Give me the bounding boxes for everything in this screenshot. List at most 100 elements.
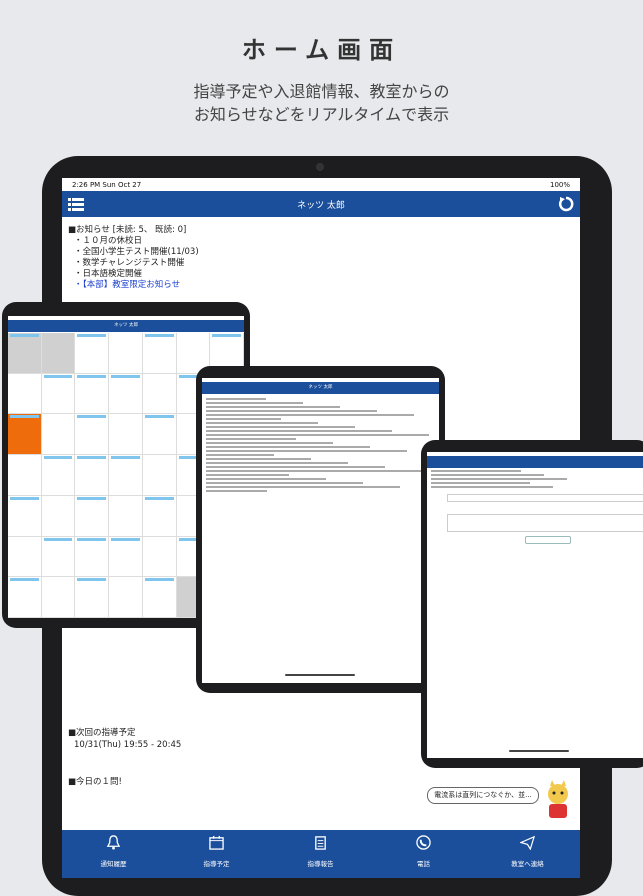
report-icon xyxy=(315,836,326,850)
calendar-cell[interactable] xyxy=(41,373,76,415)
mascot-icon xyxy=(548,780,568,818)
text-line xyxy=(431,470,521,472)
speech-bubble[interactable]: 電流系は直列につなぐか、並... xyxy=(427,787,539,804)
calendar-cell[interactable] xyxy=(41,536,76,578)
calendar-cell[interactable] xyxy=(75,536,110,578)
calendar-cell[interactable] xyxy=(109,536,143,578)
calendar-cell[interactable] xyxy=(142,577,177,618)
calendar-icon xyxy=(209,835,224,850)
calendar-cell[interactable] xyxy=(75,495,110,537)
tab-lesson-report[interactable]: 指導報告 xyxy=(269,830,372,878)
text-line xyxy=(206,462,348,464)
text-line xyxy=(206,446,370,448)
mini-navbar: ネッツ 太郎 xyxy=(8,320,244,332)
calendar-cell[interactable] xyxy=(109,373,143,415)
calendar-cell[interactable] xyxy=(109,414,143,456)
form-field[interactable] xyxy=(447,514,643,532)
refresh-icon[interactable] xyxy=(558,196,574,212)
calendar-event[interactable] xyxy=(111,537,140,541)
calendar-event[interactable] xyxy=(77,374,107,378)
today-quiz-heading: ■今日の１問! xyxy=(68,777,122,787)
notice-item[interactable]: ・１０月の休校日 xyxy=(74,236,199,247)
calendar-event[interactable] xyxy=(144,496,174,500)
calendar-cell[interactable] xyxy=(109,455,143,496)
text-line xyxy=(206,470,422,472)
calendar-event[interactable] xyxy=(144,578,174,582)
calendar-cell[interactable] xyxy=(8,577,42,618)
text-line xyxy=(206,434,429,436)
text-line xyxy=(206,442,333,444)
notice-item[interactable]: ・数学チャレンジテスト開催 xyxy=(74,258,199,269)
calendar-cell[interactable] xyxy=(41,495,76,537)
text-line xyxy=(206,398,266,400)
home-indicator xyxy=(509,750,569,752)
calendar-cell[interactable] xyxy=(75,333,110,374)
notice-heading: ■お知らせ [未読: 5、 既読: 0] xyxy=(68,225,187,235)
text-line xyxy=(206,454,274,456)
submit-button[interactable] xyxy=(525,536,571,544)
calendar-cell[interactable] xyxy=(8,414,42,456)
calendar-cell[interactable] xyxy=(142,414,177,456)
calendar-cell[interactable] xyxy=(142,373,177,415)
calendar-cell[interactable] xyxy=(109,333,143,374)
calendar-cell[interactable] xyxy=(75,414,110,456)
calendar-event[interactable] xyxy=(144,334,174,337)
calendar-event[interactable] xyxy=(10,578,39,582)
text-line xyxy=(206,482,363,484)
text-line xyxy=(431,478,567,480)
calendar-cell[interactable] xyxy=(75,455,110,496)
calendar-event[interactable] xyxy=(77,456,107,460)
calendar-event[interactable] xyxy=(10,496,39,500)
calendar-cell[interactable] xyxy=(8,536,42,578)
calendar-event[interactable] xyxy=(77,537,107,541)
calendar-cell[interactable] xyxy=(41,333,76,374)
tab-lesson-schedule[interactable]: 指導予定 xyxy=(165,830,268,878)
notice-item-link[interactable]: ・【本部】教室限定お知らせ xyxy=(74,280,199,291)
calendar-event[interactable] xyxy=(111,374,140,378)
mini-navbar xyxy=(427,456,643,468)
calendar-event[interactable] xyxy=(43,374,73,378)
calendar-event[interactable] xyxy=(111,456,140,460)
tab-label: 電話 xyxy=(417,860,430,868)
text-line xyxy=(206,450,407,452)
calendar-cell[interactable] xyxy=(41,577,76,618)
calendar-event[interactable] xyxy=(77,415,107,419)
calendar-cell[interactable] xyxy=(8,333,42,374)
calendar-event[interactable] xyxy=(10,415,39,419)
text-line xyxy=(431,482,530,484)
calendar-cell[interactable] xyxy=(8,373,42,415)
camera xyxy=(316,163,324,171)
calendar-event[interactable] xyxy=(10,334,39,337)
calendar-cell[interactable] xyxy=(109,577,143,618)
calendar-cell[interactable] xyxy=(8,455,42,496)
notice-item[interactable]: ・日本語検定開催 xyxy=(74,269,199,280)
form-field[interactable] xyxy=(447,494,643,502)
calendar-event[interactable] xyxy=(77,496,107,500)
calendar-cell[interactable] xyxy=(75,577,110,618)
text-line xyxy=(206,430,392,432)
calendar-event[interactable] xyxy=(212,334,241,337)
calendar-event[interactable] xyxy=(77,334,107,337)
calendar-cell[interactable] xyxy=(142,333,177,374)
calendar-cell[interactable] xyxy=(142,455,177,496)
calendar-cell[interactable] xyxy=(41,455,76,496)
tab-notification-history[interactable]: 通知履歴 xyxy=(62,830,165,878)
tab-contact-classroom[interactable]: 教室へ連絡 xyxy=(476,830,579,878)
text-line xyxy=(206,466,385,468)
calendar-cell[interactable] xyxy=(8,495,42,537)
notice-item[interactable]: ・全国小学生テスト開催(11/03) xyxy=(74,247,199,258)
calendar-event[interactable] xyxy=(43,537,73,541)
calendar-cell[interactable] xyxy=(109,495,143,537)
calendar-cell[interactable] xyxy=(142,495,177,537)
calendar-cell[interactable] xyxy=(41,414,76,456)
calendar-event[interactable] xyxy=(144,415,174,419)
calendar-cell[interactable] xyxy=(75,373,110,415)
calendar-event[interactable] xyxy=(43,456,73,460)
tab-phone[interactable]: 電話 xyxy=(372,830,475,878)
calendar-cell[interactable] xyxy=(142,536,177,578)
text-line xyxy=(206,410,377,412)
calendar-event[interactable] xyxy=(77,578,107,582)
text-line xyxy=(206,458,311,460)
navbar: ネッツ 太郎 xyxy=(62,191,580,217)
bell-icon xyxy=(106,835,121,850)
